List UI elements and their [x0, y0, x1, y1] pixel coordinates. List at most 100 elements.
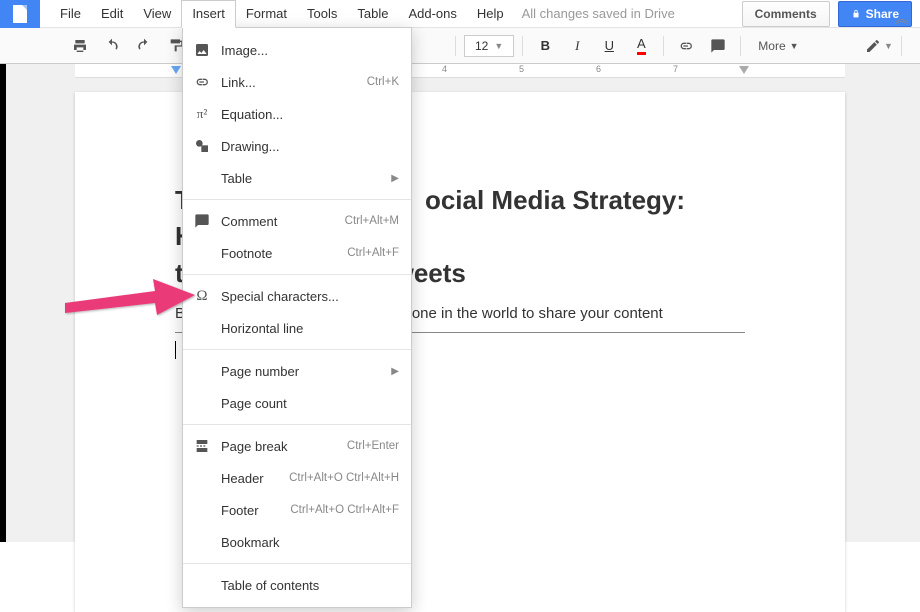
menu-shortcut: Ctrl+Enter — [347, 440, 399, 452]
menu-item-comment[interactable]: Comment Ctrl+Alt+M — [183, 205, 411, 237]
menu-shortcut: Ctrl+K — [367, 76, 399, 88]
menu-item-footer[interactable]: Footer Ctrl+Alt+O Ctrl+Alt+F — [183, 494, 411, 526]
menu-item-label: Horizontal line — [221, 321, 399, 336]
menu-item-bookmark[interactable]: Bookmark — [183, 526, 411, 558]
menu-item-label: Special characters... — [221, 289, 399, 304]
menu-edit[interactable]: Edit — [91, 0, 133, 28]
menu-item-label: Bookmark — [221, 535, 399, 550]
more-button[interactable]: More▼ — [749, 34, 807, 58]
undo-icon — [104, 38, 120, 54]
dropdown-chevron-icon: ▼ — [494, 41, 503, 51]
menu-tools[interactable]: Tools — [297, 0, 347, 28]
italic-button[interactable]: I — [563, 32, 591, 60]
menu-item-label: Equation... — [221, 107, 399, 122]
menu-item-page-count[interactable]: Page count — [183, 387, 411, 419]
menu-item-label: Image... — [221, 43, 399, 58]
blank-icon — [193, 394, 211, 412]
font-size-selector[interactable]: 12▼ — [464, 35, 514, 57]
annotation-arrow-icon — [60, 273, 200, 323]
ruler-tick: 5 — [483, 64, 560, 77]
menu-item-label: Footer — [221, 503, 280, 518]
redo-button[interactable] — [130, 32, 158, 60]
menu-separator — [183, 349, 411, 350]
menu-separator — [183, 274, 411, 275]
menu-item-label: Link... — [221, 75, 357, 90]
menu-separator — [183, 424, 411, 425]
menu-item-label: Page number — [221, 364, 381, 379]
insert-comment-button[interactable] — [704, 32, 732, 60]
menu-item-drawing[interactable]: Drawing... — [183, 130, 411, 162]
comment-icon — [710, 38, 726, 54]
menu-shortcut: Ctrl+Alt+O Ctrl+Alt+H — [289, 472, 399, 484]
comments-button[interactable]: Comments — [742, 1, 830, 27]
undo-button[interactable] — [98, 32, 126, 60]
docs-logo[interactable] — [0, 0, 40, 28]
menu-item-link[interactable]: Link... Ctrl+K — [183, 66, 411, 98]
menu-file[interactable]: File — [50, 0, 91, 28]
menu-separator — [183, 199, 411, 200]
menu-bar-row: FileEditViewInsertFormatToolsTableAdd-on… — [0, 0, 920, 28]
insert-link-button[interactable] — [672, 32, 700, 60]
share-label: Share — [866, 7, 899, 21]
menu-item-horizontal-line[interactable]: Horizontal line — [183, 312, 411, 344]
equation-icon: π² — [193, 105, 211, 123]
ruler-tick: 7 — [637, 64, 714, 77]
collapse-toolbar-button[interactable]: ︽ — [895, 8, 908, 27]
menu-insert[interactable]: Insert — [181, 0, 236, 28]
menu-item-header[interactable]: Header Ctrl+Alt+O Ctrl+Alt+H — [183, 462, 411, 494]
menu-item-label: Table of contents — [221, 578, 399, 593]
blank-icon — [193, 469, 211, 487]
pagebreak-icon — [193, 437, 211, 455]
drawing-icon — [193, 137, 211, 155]
menu-item-label: Header — [221, 471, 279, 486]
insert-menu-dropdown: Image... Link... Ctrl+K π² Equation... Drawin… — [182, 27, 412, 608]
menu-item-equation[interactable]: π² Equation... — [183, 98, 411, 130]
menu-shortcut: Ctrl+Alt+O Ctrl+Alt+F — [290, 504, 399, 516]
left-edge — [0, 64, 6, 542]
menu-help[interactable]: Help — [467, 0, 514, 28]
right-indent-marker-icon[interactable] — [739, 66, 749, 74]
toolbar: 12▼ B I U A More▼ ▼ ︽ — [0, 28, 920, 64]
redo-icon — [136, 38, 152, 54]
save-status: All changes saved in Drive — [522, 6, 675, 21]
print-button[interactable] — [66, 32, 94, 60]
menu-item-page-break[interactable]: Page break Ctrl+Enter — [183, 430, 411, 462]
menu-bar: FileEditViewInsertFormatToolsTableAdd-on… — [50, 0, 742, 28]
bold-button[interactable]: B — [531, 32, 559, 60]
lock-icon — [851, 9, 861, 19]
blank-icon — [193, 169, 211, 187]
blank-icon — [193, 576, 211, 594]
blank-icon — [193, 362, 211, 380]
pencil-icon — [865, 38, 881, 54]
menu-table[interactable]: Table — [347, 0, 398, 28]
menu-item-label: Footnote — [221, 246, 337, 261]
menu-item-table-of-contents[interactable]: Table of contents — [183, 569, 411, 601]
menu-item-footnote[interactable]: Footnote Ctrl+Alt+F — [183, 237, 411, 269]
print-icon — [72, 38, 88, 54]
comment-icon — [193, 212, 211, 230]
menu-item-page-number[interactable]: Page number▶ — [183, 355, 411, 387]
menu-add-ons[interactable]: Add-ons — [398, 0, 466, 28]
underline-button[interactable]: U — [595, 32, 623, 60]
menu-format[interactable]: Format — [236, 0, 297, 28]
menu-view[interactable]: View — [133, 0, 181, 28]
menu-shortcut: Ctrl+Alt+F — [347, 247, 399, 259]
menu-shortcut: Ctrl+Alt+M — [345, 215, 399, 227]
menu-item-image[interactable]: Image... — [183, 34, 411, 66]
blank-icon — [193, 533, 211, 551]
text-cursor — [175, 341, 176, 359]
menu-item-special-characters[interactable]: ΩSpecial characters... — [183, 280, 411, 312]
link-icon — [193, 73, 211, 91]
left-indent-marker-icon[interactable] — [171, 66, 181, 74]
ruler-tick: 4 — [406, 64, 483, 77]
submenu-arrow-icon: ▶ — [391, 173, 399, 184]
ruler-tick: 6 — [560, 64, 637, 77]
blank-icon — [193, 244, 211, 262]
menu-item-label: Table — [221, 171, 381, 186]
menu-item-label: Comment — [221, 214, 335, 229]
editing-mode-button[interactable]: ▼ — [865, 32, 893, 60]
menu-item-table[interactable]: Table ▶ — [183, 162, 411, 194]
menu-separator — [183, 563, 411, 564]
text-color-button[interactable]: A — [627, 32, 655, 60]
menu-item-label: Page break — [221, 439, 337, 454]
